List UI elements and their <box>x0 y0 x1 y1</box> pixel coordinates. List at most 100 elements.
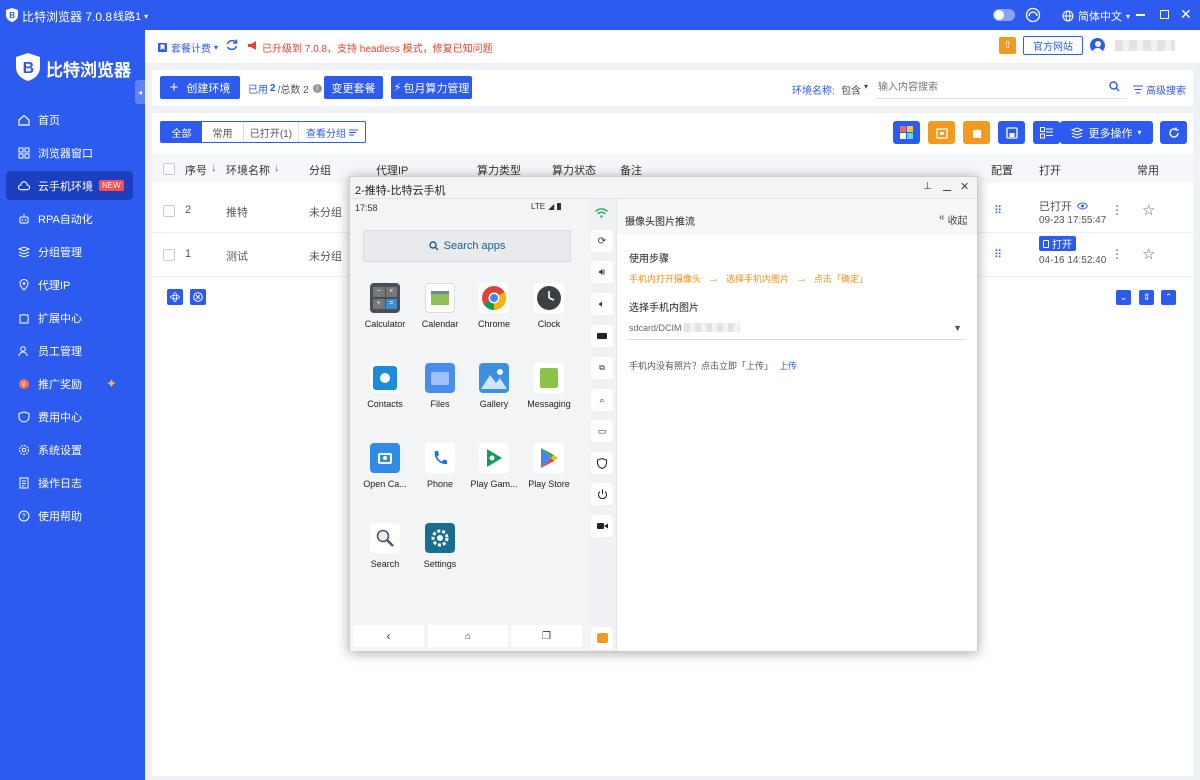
refresh-list-button[interactable] <box>1160 121 1187 144</box>
header-env-name[interactable]: 环境名称 ↓ <box>226 162 280 178</box>
extension-button[interactable] <box>963 121 990 144</box>
search-icon[interactable] <box>1109 81 1120 92</box>
match-select[interactable]: 包含 ▾ <box>841 82 868 97</box>
shield-check-icon[interactable] <box>591 452 613 474</box>
sidebar-collapse-button[interactable]: ◂ <box>135 80 145 104</box>
power-icon[interactable] <box>591 483 613 505</box>
sidebar-item-staff[interactable]: 员工管理 <box>6 336 133 365</box>
eye-icon[interactable] <box>1077 202 1088 210</box>
app-clock[interactable]: Clock <box>519 283 579 329</box>
devices-icon[interactable]: ▭ <box>591 420 613 442</box>
video-camera-icon[interactable] <box>591 515 613 537</box>
plan-billing-button[interactable]: 套餐计费 ▾ <box>157 40 218 55</box>
header-index[interactable]: 序号 ↓ <box>185 162 217 178</box>
change-plan-button[interactable]: 变更套餐 <box>324 76 383 99</box>
sidebar-item-rpa[interactable]: RPA自动化 <box>6 204 133 233</box>
close-icon[interactable]: ✕ <box>960 180 969 193</box>
sidebar-item-groups[interactable]: 分组管理 <box>6 237 133 266</box>
close-icon[interactable]: ✕ <box>1180 6 1192 22</box>
headless-toggle[interactable] <box>993 9 1015 21</box>
search-input[interactable] <box>875 76 1127 99</box>
monthly-compute-button[interactable]: ⚡ 包月算力管理 <box>391 76 472 99</box>
list-view-button[interactable] <box>1033 121 1060 144</box>
expand-up-icon[interactable]: ⌃ <box>1161 290 1176 305</box>
expand-down-icon[interactable]: ⌄ <box>1116 290 1131 305</box>
upload-link[interactable]: 上传 <box>779 359 797 372</box>
nav-home-button[interactable]: ⌂ <box>428 625 508 647</box>
app-settings[interactable]: Settings <box>410 523 470 569</box>
sidebar-item-browser-windows[interactable]: 浏览器窗口 <box>6 138 133 167</box>
keyboard-icon[interactable] <box>591 325 613 347</box>
collapse-button[interactable]: « 收起 <box>939 212 968 227</box>
sidebar-item-billing[interactable]: 费用中心 <box>6 402 133 431</box>
language-select[interactable]: 简体中文 ▾ <box>1062 8 1130 24</box>
location-search-icon[interactable]: ⌕ <box>591 389 613 411</box>
pin-icon[interactable]: ⊥ <box>923 181 932 192</box>
atom-settings-button[interactable] <box>167 289 183 305</box>
tab-all[interactable]: 全部 <box>161 122 202 142</box>
create-env-button[interactable]: + 创建环境 <box>160 76 240 99</box>
calendar-button[interactable] <box>928 121 955 144</box>
sidebar-item-proxy[interactable]: 代理IP <box>6 270 133 299</box>
official-website-button[interactable]: 官方网站 <box>1023 36 1083 55</box>
more-operations-button[interactable]: 更多操作 ▾ <box>1060 121 1153 144</box>
app-gallery[interactable]: Gallery <box>464 363 524 409</box>
app-calendar[interactable]: Calendar <box>410 283 470 329</box>
collapse-all-icon[interactable]: ⇕ <box>1139 290 1154 305</box>
more-vertical-icon[interactable]: ⋮ <box>1111 203 1123 217</box>
update-notice[interactable]: 已升级到 7.0.8，支持 headless 模式，修复已知问题 <box>262 40 493 55</box>
more-vertical-icon[interactable]: ⋮ <box>1111 247 1123 261</box>
cloud-sync-icon[interactable] <box>1025 7 1041 23</box>
config-icon[interactable]: ⠿ <box>994 204 1002 217</box>
app-open-camera[interactable]: Open Ca... <box>355 443 415 489</box>
star-icon[interactable]: ☆ <box>1142 201 1155 219</box>
minimize-icon[interactable] <box>943 190 951 192</box>
clear-button[interactable] <box>190 289 206 305</box>
star-icon[interactable]: ☆ <box>1142 245 1155 263</box>
route-select[interactable]: 线路1 ▾ <box>113 8 148 24</box>
tab-opened[interactable]: 已打开(1) <box>244 122 299 142</box>
nav-back-button[interactable]: ‹ <box>353 625 424 647</box>
sidebar-item-home[interactable]: 首页 <box>6 105 133 134</box>
sidebar-item-logs[interactable]: 操作日志 <box>6 468 133 497</box>
app-play-store[interactable]: Play Store <box>519 443 579 489</box>
sidebar-item-promotion[interactable]: ¥ 推广奖励 ✦ <box>6 369 133 398</box>
app-files[interactable]: Files <box>410 363 470 409</box>
sidebar-item-help[interactable]: ? 使用帮助 <box>6 501 133 530</box>
volume-down-icon[interactable]: 🔈︎ <box>591 293 613 315</box>
phone-screen[interactable]: 17:58 LTE ◢ Search apps − × + = Calculator … <box>350 199 590 651</box>
app-play-games[interactable]: Play Gam... <box>464 443 524 489</box>
sidebar-item-settings[interactable]: 系统设置 <box>6 435 133 464</box>
app-chrome[interactable]: Chrome <box>464 283 524 329</box>
save-button[interactable] <box>998 121 1025 144</box>
open-button[interactable]: 打开 <box>1039 236 1076 251</box>
wifi-icon[interactable] <box>590 202 612 224</box>
row-checkbox[interactable] <box>163 249 175 261</box>
app-contacts[interactable]: Contacts <box>355 363 415 409</box>
minimize-icon[interactable] <box>1136 14 1145 16</box>
row-checkbox[interactable] <box>163 205 175 217</box>
rotate-icon[interactable]: ⟳ <box>591 230 613 252</box>
image-path-select[interactable]: sdcard/DCIM ▼ <box>629 316 966 340</box>
app-phone[interactable]: Phone <box>410 443 470 489</box>
info-icon[interactable]: i <box>312 84 322 93</box>
screenshot-icon[interactable]: ⧉ <box>591 357 613 379</box>
tab-common[interactable]: 常用 <box>202 122 244 142</box>
layout-grid-button[interactable] <box>893 121 920 144</box>
bag-icon[interactable] <box>591 627 613 649</box>
tab-view-groups[interactable]: 查看分组 <box>299 122 365 142</box>
app-search[interactable]: Search <box>355 523 415 569</box>
upgrade-icon[interactable]: ⇧ <box>999 37 1016 54</box>
advanced-search-button[interactable]: 高级搜索 <box>1133 82 1186 97</box>
app-messaging[interactable]: Messaging <box>519 363 579 409</box>
search-apps-bar[interactable]: Search apps <box>363 230 571 262</box>
sidebar-item-cloud-phone[interactable]: 云手机环境 NEW <box>6 171 133 200</box>
avatar[interactable] <box>1090 38 1105 53</box>
maximize-icon[interactable] <box>1160 10 1169 19</box>
sidebar-item-extensions[interactable]: 扩展中心 <box>6 303 133 332</box>
volume-up-icon[interactable]: 🔊︎ <box>591 261 613 283</box>
select-all-checkbox[interactable] <box>163 163 175 175</box>
config-icon[interactable]: ⠿ <box>994 248 1002 261</box>
app-calculator[interactable]: − × + = Calculator <box>355 283 415 329</box>
refresh-icon[interactable] <box>225 38 239 52</box>
